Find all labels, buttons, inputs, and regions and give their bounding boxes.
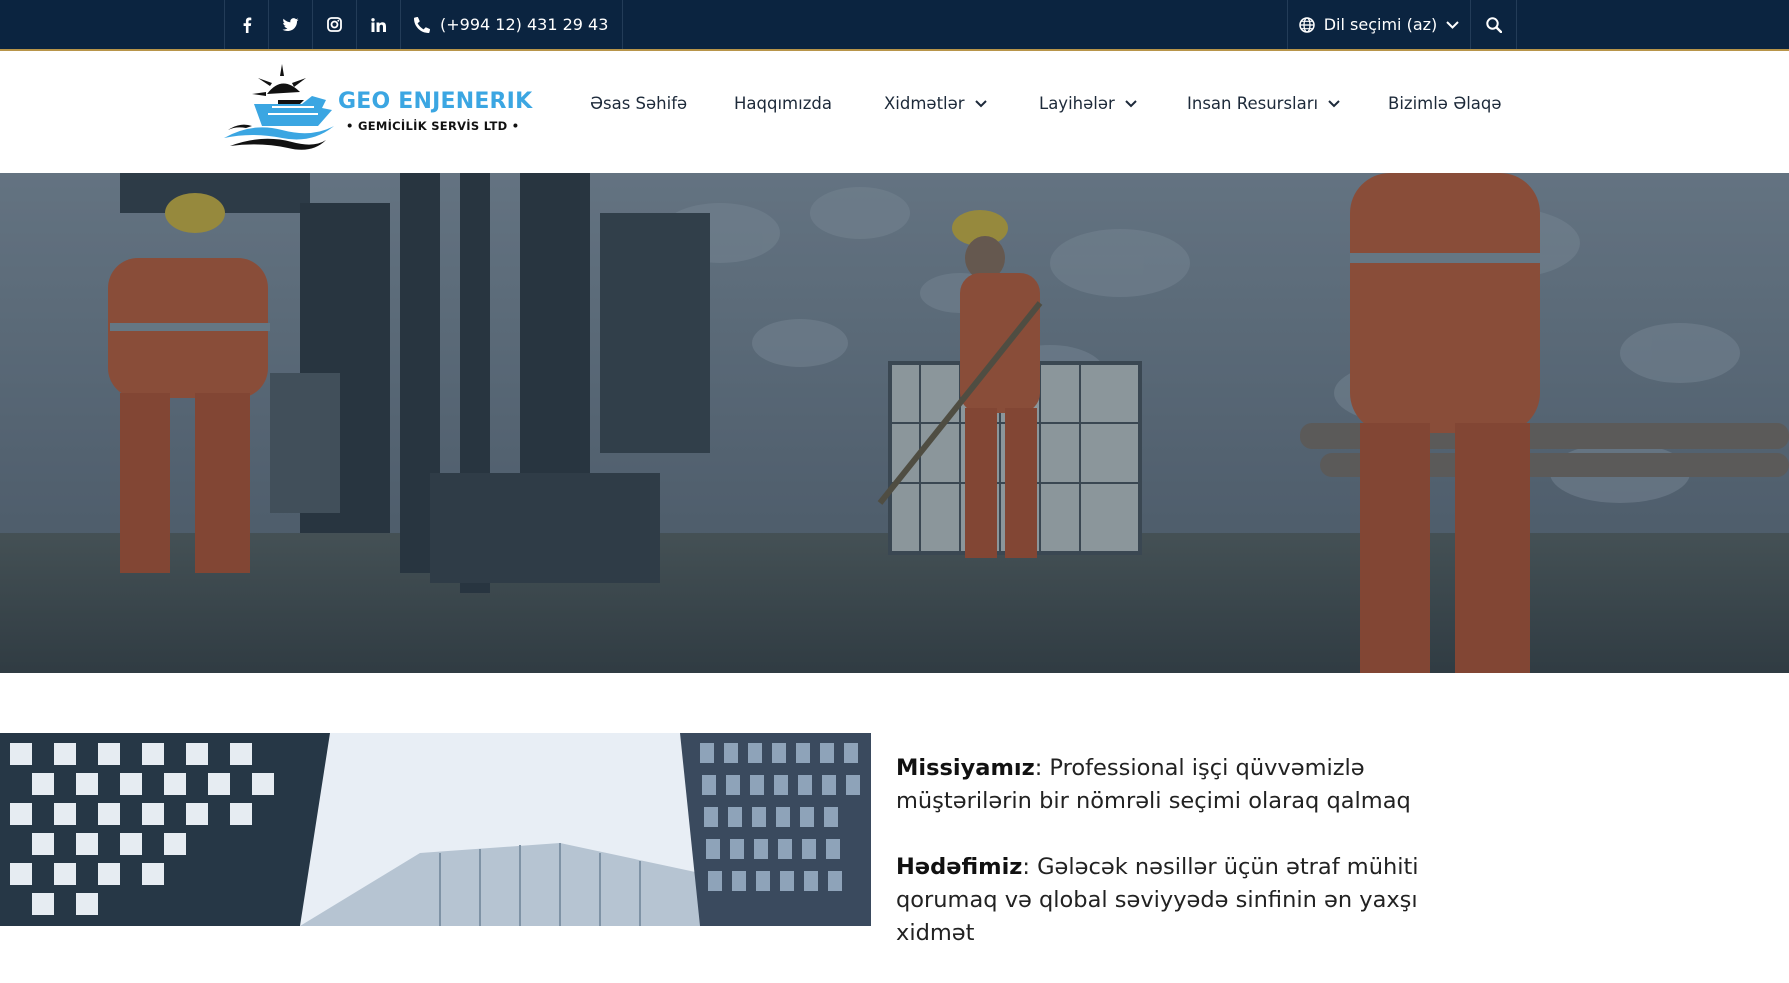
nav-item-home[interactable]: Əsas Səhifə	[590, 94, 687, 113]
language-selector[interactable]: Dil seçimi (az)	[1288, 0, 1471, 49]
phone-number: (+994 12) 431 29 43	[440, 15, 609, 34]
goal-paragraph: Hədəfimiz: Gələcək nəsillər üçün ətraf m…	[896, 851, 1496, 950]
nav-item-label: Insan Resursları	[1187, 94, 1319, 113]
mission-paragraph: Missiyamız: Professional işçi qüvvəmizlə…	[896, 752, 1496, 818]
phone-icon	[414, 16, 430, 33]
logo-name: GEO ENJENERIK	[338, 89, 533, 114]
mission-section: Missiyamız: Professional işçi qüvvəmizlə…	[896, 752, 1496, 983]
site-logo[interactable]: GEO ENJENERIK • GEMİCİLİK SERVİS LTD •	[222, 64, 532, 154]
nav-item-label: Haqqımızda	[734, 94, 832, 113]
chevron-down-icon	[1328, 99, 1340, 107]
nav-item-services[interactable]: Xidmətlər	[884, 94, 987, 113]
twitter-icon	[282, 17, 299, 31]
site-header: GEO ENJENERIK • GEMİCİLİK SERVİS LTD • Ə…	[0, 51, 1789, 173]
search-button[interactable]	[1471, 0, 1517, 49]
top-bar: (+994 12) 431 29 43 Dil seçimi (az)	[0, 0, 1789, 51]
linkedin-link[interactable]	[357, 0, 401, 49]
chevron-down-icon	[1125, 99, 1137, 107]
goal-title: Hədəfimiz	[896, 854, 1023, 880]
nav-item-human-resources[interactable]: Insan Resursları	[1187, 94, 1340, 113]
instagram-icon	[327, 17, 342, 32]
logo-subtitle: • GEMİCİLİK SERVİS LTD •	[346, 119, 520, 133]
social-links: (+994 12) 431 29 43	[224, 0, 624, 49]
language-label: Dil seçimi (az)	[1323, 15, 1438, 34]
ship-logo-icon	[224, 64, 334, 150]
nav-item-label: Layihələr	[1039, 94, 1115, 113]
facebook-link[interactable]	[225, 0, 269, 49]
globe-icon	[1298, 16, 1315, 33]
nav-item-contact[interactable]: Bizimlə Əlaqə	[1388, 94, 1502, 113]
nav-item-label: Xidmətlər	[884, 94, 965, 113]
hero-image	[0, 173, 1789, 673]
nav-item-projects[interactable]: Layihələr	[1039, 94, 1137, 113]
nav-item-about[interactable]: Haqqımızda	[734, 94, 832, 113]
mission-title: Missiyamız	[896, 755, 1035, 781]
instagram-link[interactable]	[313, 0, 357, 49]
nav-item-label: Bizimlə Əlaqə	[1388, 94, 1502, 113]
buildings-image	[0, 733, 871, 926]
hero-slider	[0, 173, 1789, 673]
search-icon	[1485, 16, 1502, 33]
chevron-down-icon	[974, 99, 987, 107]
facebook-icon	[243, 17, 251, 33]
linkedin-icon	[371, 17, 386, 32]
twitter-link[interactable]	[269, 0, 313, 49]
chevron-down-icon	[1446, 20, 1459, 29]
phone-link[interactable]: (+994 12) 431 29 43	[401, 0, 624, 49]
nav-item-label: Əsas Səhifə	[590, 94, 688, 113]
topbar-right: Dil seçimi (az)	[1287, 0, 1517, 49]
